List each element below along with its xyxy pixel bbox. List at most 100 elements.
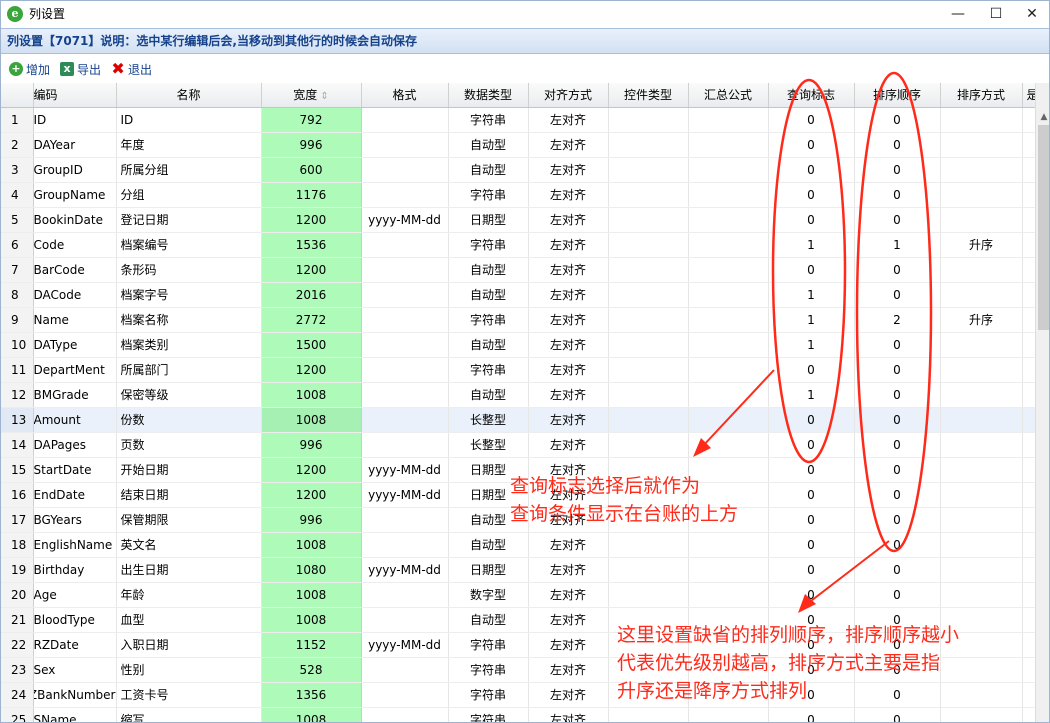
cell-format[interactable]: [361, 282, 449, 308]
cell-extra[interactable]: [1022, 682, 1035, 708]
cell-sum[interactable]: [688, 332, 769, 358]
scrollbar-thumb[interactable]: [1038, 125, 1049, 330]
cell-extra[interactable]: [1022, 132, 1035, 158]
cell-sum[interactable]: [688, 432, 769, 458]
cell-query[interactable]: 0: [768, 157, 855, 183]
cell-dtype[interactable]: 自动型: [448, 382, 529, 408]
cell-dtype[interactable]: 字符串: [448, 182, 529, 208]
table-row[interactable]: 14 DAPages 页数 996 长整型 左对齐 0 0: [1, 432, 1035, 458]
cell-sum[interactable]: [688, 307, 769, 333]
cell-align[interactable]: 左对齐: [528, 382, 609, 408]
cell-dtype[interactable]: 字符串: [448, 707, 529, 722]
cell-name[interactable]: 档案类别: [116, 332, 262, 358]
cell-extra[interactable]: [1022, 157, 1035, 183]
cell-query[interactable]: 0: [768, 507, 855, 533]
cell-code[interactable]: Code: [33, 232, 117, 258]
cell-code[interactable]: DAYear: [33, 132, 117, 158]
cell-sum[interactable]: [688, 132, 769, 158]
cell-sort[interactable]: 0: [854, 432, 941, 458]
cell-align[interactable]: 左对齐: [528, 132, 609, 158]
cell-format[interactable]: [361, 607, 449, 633]
cell-ctrl[interactable]: [608, 532, 689, 558]
cell-code[interactable]: GroupName: [33, 182, 117, 208]
cell-align[interactable]: 左对齐: [528, 657, 609, 683]
cell-width[interactable]: 1008: [261, 707, 362, 722]
cell-ctrl[interactable]: [608, 232, 689, 258]
cell-format[interactable]: [361, 332, 449, 358]
cell-name[interactable]: ID: [116, 107, 262, 133]
cell-width[interactable]: 1080: [261, 557, 362, 583]
cell-align[interactable]: 左对齐: [528, 207, 609, 233]
cell-code[interactable]: BloodType: [33, 607, 117, 633]
cell-format[interactable]: [361, 532, 449, 558]
cell-ctrl[interactable]: [608, 582, 689, 608]
cell-sum[interactable]: [688, 407, 769, 433]
cell-sort[interactable]: 0: [854, 507, 941, 533]
cell-extra[interactable]: [1022, 282, 1035, 308]
table-row[interactable]: 2 DAYear 年度 996 自动型 左对齐 0 0: [1, 132, 1035, 158]
cell-extra[interactable]: [1022, 582, 1035, 608]
cell-sort[interactable]: 0: [854, 207, 941, 233]
cell-sum[interactable]: [688, 107, 769, 133]
cell-align[interactable]: 左对齐: [528, 307, 609, 333]
sort-toggle-icon[interactable]: ⇕: [317, 91, 328, 102]
header-format[interactable]: 格式: [361, 83, 449, 108]
cell-sort[interactable]: 0: [854, 257, 941, 283]
cell-width[interactable]: 1536: [261, 232, 362, 258]
cell-sum[interactable]: [688, 707, 769, 722]
cell-extra[interactable]: [1022, 532, 1035, 558]
vertical-scrollbar[interactable]: ▲: [1035, 83, 1049, 722]
cell-code[interactable]: Birthday: [33, 557, 117, 583]
cell-width[interactable]: 1500: [261, 332, 362, 358]
close-button[interactable]: ✕: [1015, 1, 1049, 26]
cell-width[interactable]: 600: [261, 157, 362, 183]
table-row[interactable]: 25 SName 缩写 1008 字符串 左对齐 0 0: [1, 707, 1035, 722]
cell-width[interactable]: 996: [261, 507, 362, 533]
cell-code[interactable]: Amount: [33, 407, 117, 433]
cell-name[interactable]: 分组: [116, 182, 262, 208]
cell-sortmode[interactable]: [940, 707, 1023, 722]
cell-ctrl[interactable]: [608, 407, 689, 433]
cell-extra[interactable]: [1022, 207, 1035, 233]
cell-sort[interactable]: 0: [854, 182, 941, 208]
header-sum[interactable]: 汇总公式: [688, 83, 769, 108]
cell-query[interactable]: 0: [768, 582, 855, 608]
cell-dtype[interactable]: 自动型: [448, 257, 529, 283]
cell-ctrl[interactable]: [608, 382, 689, 408]
cell-extra[interactable]: [1022, 107, 1035, 133]
cell-sum[interactable]: [688, 532, 769, 558]
cell-dtype[interactable]: 长整型: [448, 407, 529, 433]
cell-extra[interactable]: [1022, 232, 1035, 258]
cell-align[interactable]: 左对齐: [528, 332, 609, 358]
minimize-button[interactable]: —: [941, 1, 975, 26]
cell-sort[interactable]: 0: [854, 107, 941, 133]
cell-name[interactable]: 性别: [116, 657, 262, 683]
cell-query[interactable]: 1: [768, 332, 855, 358]
cell-code[interactable]: Age: [33, 582, 117, 608]
cell-extra[interactable]: [1022, 307, 1035, 333]
cell-name[interactable]: 工资卡号: [116, 682, 262, 708]
cell-sortmode[interactable]: [940, 182, 1023, 208]
cell-name[interactable]: 页数: [116, 432, 262, 458]
cell-align[interactable]: 左对齐: [528, 282, 609, 308]
cell-name[interactable]: 出生日期: [116, 557, 262, 583]
cell-sortmode[interactable]: [940, 382, 1023, 408]
export-button[interactable]: x 导出: [60, 61, 101, 78]
cell-name[interactable]: 开始日期: [116, 457, 262, 483]
cell-query[interactable]: 0: [768, 532, 855, 558]
cell-code[interactable]: GroupID: [33, 157, 117, 183]
cell-width[interactable]: 1152: [261, 632, 362, 658]
cell-format[interactable]: yyyy-MM-dd: [361, 482, 449, 508]
cell-query[interactable]: 0: [768, 707, 855, 722]
cell-dtype[interactable]: 自动型: [448, 157, 529, 183]
cell-sort[interactable]: 0: [854, 357, 941, 383]
cell-code[interactable]: StartDate: [33, 457, 117, 483]
cell-sort[interactable]: 1: [854, 232, 941, 258]
cell-query[interactable]: 0: [768, 457, 855, 483]
cell-align[interactable]: 左对齐: [528, 157, 609, 183]
cell-sortmode[interactable]: [940, 457, 1023, 483]
cell-align[interactable]: 左对齐: [528, 107, 609, 133]
cell-width[interactable]: 1008: [261, 532, 362, 558]
cell-sort[interactable]: 0: [854, 482, 941, 508]
cell-name[interactable]: 所属部门: [116, 357, 262, 383]
